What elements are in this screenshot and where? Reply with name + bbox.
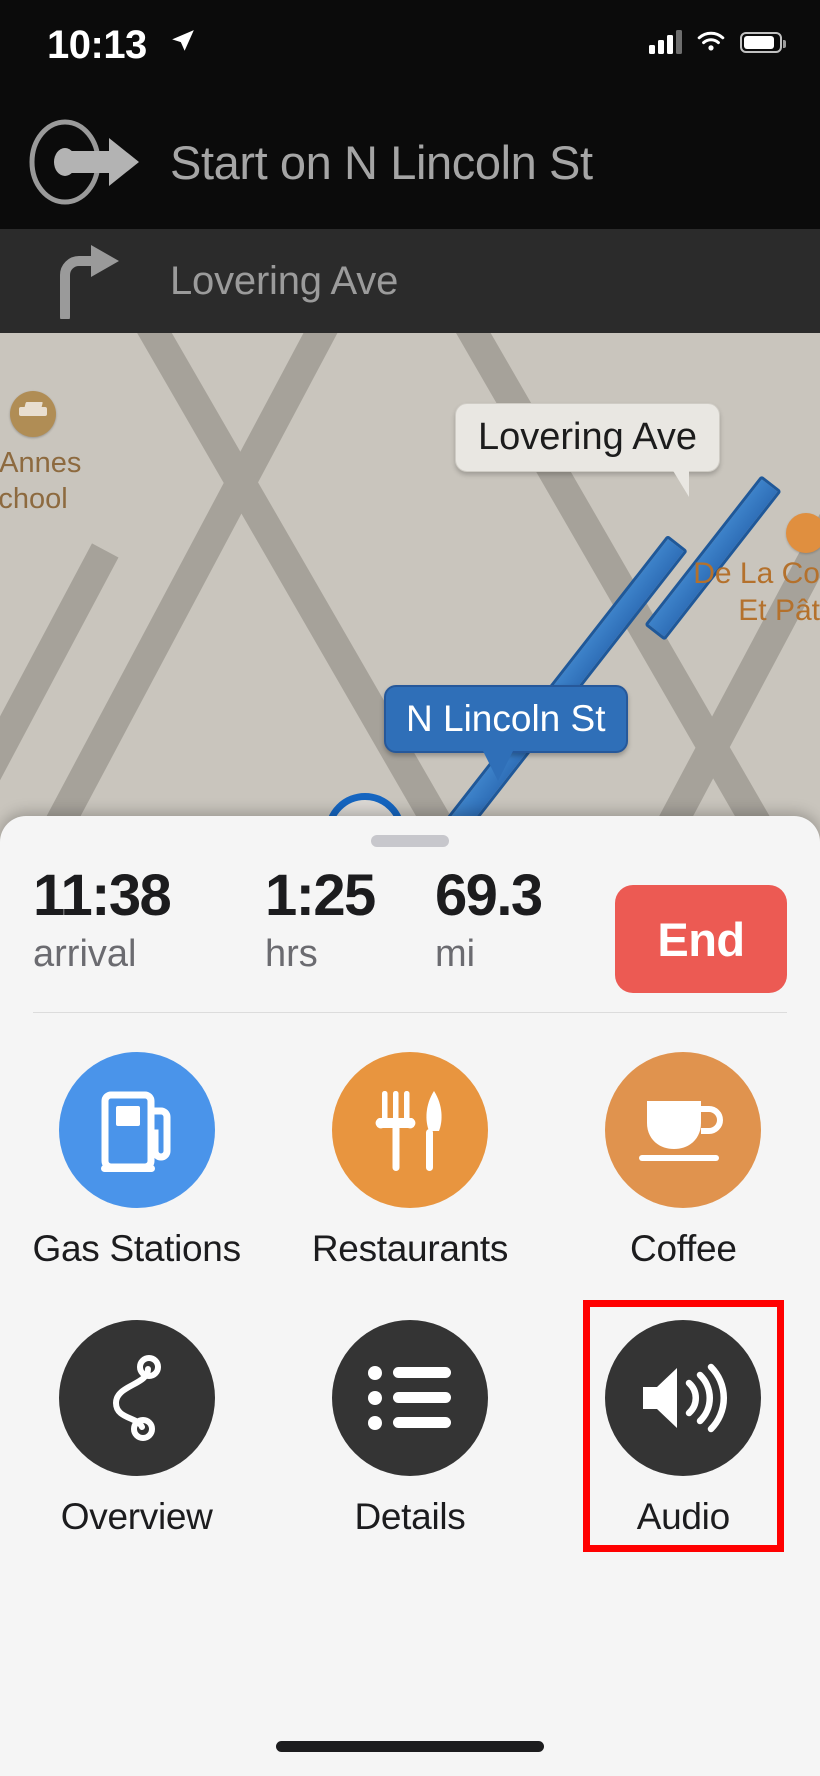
speaker-volume-icon — [605, 1320, 762, 1476]
gas-pump-icon — [58, 1052, 215, 1208]
phone-screen: 10:13 Start on N Lincoln St Lovering Ave… — [0, 0, 820, 1776]
stat-distance-value: 69.3 — [435, 863, 543, 928]
action-overview[interactable]: Overview — [0, 1304, 273, 1548]
map-callout-lovering-ave[interactable]: Lovering Ave — [455, 403, 721, 497]
action-audio-label: Audio — [636, 1496, 730, 1537]
stat-distance: 69.3 mi — [435, 863, 625, 977]
poi-patisserie-line2: Et Pât — [738, 594, 820, 627]
action-gas-stations-label: Gas Stations — [32, 1228, 242, 1269]
action-coffee-label: Coffee — [630, 1228, 737, 1269]
poi-school-line1: t Annes — [0, 447, 82, 479]
status-bar: 10:13 — [0, 0, 820, 95]
navigation-bottom-sheet[interactable]: 11:38 arrival 1:25 hrs 69.3 mi End Gas S… — [0, 816, 820, 1776]
action-gas-stations[interactable]: Gas Stations — [0, 1036, 273, 1280]
primary-instruction-banner[interactable]: Start on N Lincoln St — [0, 95, 820, 229]
fork-knife-icon — [331, 1052, 488, 1208]
action-audio[interactable]: Audio — [547, 1300, 820, 1552]
end-navigation-button[interactable]: End — [615, 885, 787, 993]
school-graduation-cap-icon — [10, 391, 56, 437]
action-restaurants[interactable]: Restaurants — [273, 1036, 546, 1280]
status-bar-indicators — [649, 30, 786, 54]
action-details-label: Details — [354, 1496, 466, 1537]
battery-icon — [740, 31, 786, 53]
stat-duration: 1:25 hrs — [265, 863, 435, 977]
location-arrow-icon — [172, 30, 194, 51]
primary-instruction-text: Start on N Lincoln St — [170, 135, 593, 189]
map-callout-n-lincoln-st[interactable]: N Lincoln St — [384, 685, 628, 781]
stat-arrival: 11:38 arrival — [33, 863, 265, 977]
cafe-pin-icon — [786, 513, 820, 553]
stat-arrival-value: 11:38 — [33, 863, 172, 928]
stat-duration-unit: hrs — [265, 933, 318, 975]
list-details-icon — [331, 1320, 488, 1476]
stat-distance-unit: mi — [435, 933, 476, 975]
wifi-icon — [697, 31, 725, 51]
stat-duration-value: 1:25 — [265, 863, 376, 928]
quick-actions-grid: Gas Stations Restaurants Coffee Overview… — [0, 1036, 820, 1552]
poi-patisserie-line1: De La Co — [693, 557, 820, 590]
status-bar-time: 10:13 — [47, 23, 147, 67]
action-overview-label: Overview — [60, 1496, 213, 1537]
route-overview-icon — [58, 1320, 215, 1476]
stat-arrival-unit: arrival — [33, 933, 137, 975]
sheet-grabber-handle[interactable] — [371, 835, 449, 847]
turn-right-icon — [0, 243, 170, 319]
map-poi-school[interactable]: t Annes chool — [0, 391, 108, 517]
sheet-divider — [33, 1012, 787, 1013]
eta-summary-row: 11:38 arrival 1:25 hrs 69.3 mi End — [0, 863, 820, 998]
depart-arrow-icon — [0, 116, 170, 208]
secondary-instruction-text: Lovering Ave — [170, 258, 399, 303]
cellular-bars-icon — [649, 30, 682, 54]
action-restaurants-label: Restaurants — [311, 1228, 509, 1269]
poi-school-line2: chool — [0, 483, 68, 515]
secondary-instruction-banner[interactable]: Lovering Ave — [0, 229, 820, 333]
coffee-cup-icon — [605, 1052, 762, 1208]
map-poi-patisserie[interactable]: De La Co Et Pât — [590, 513, 820, 629]
home-indicator — [276, 1741, 544, 1752]
action-coffee[interactable]: Coffee — [547, 1036, 820, 1280]
action-details[interactable]: Details — [273, 1304, 546, 1548]
